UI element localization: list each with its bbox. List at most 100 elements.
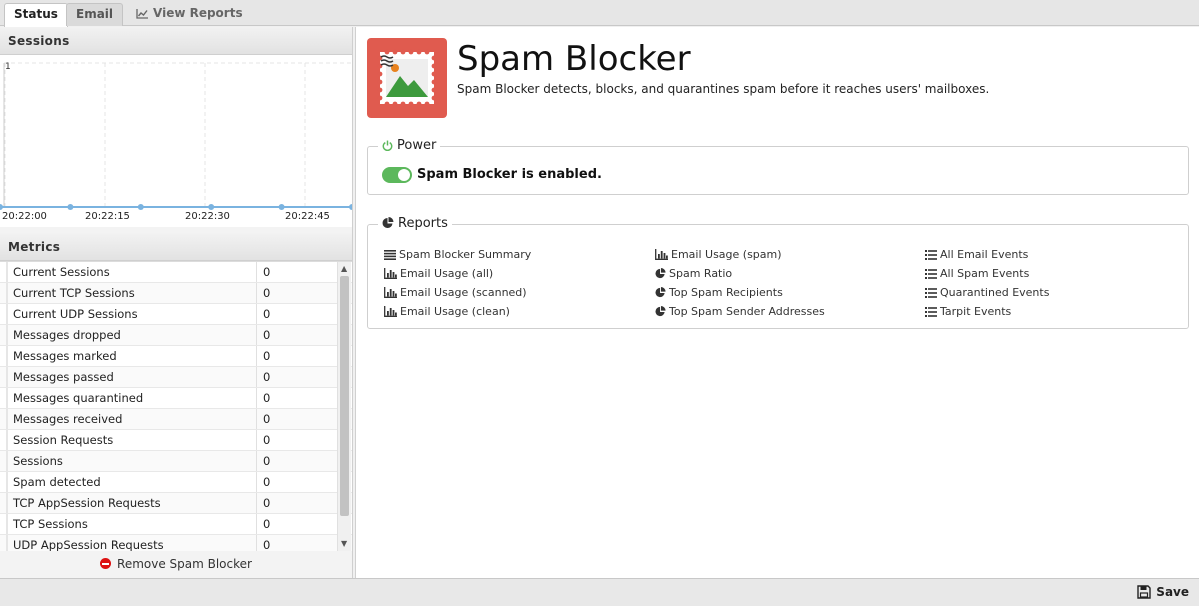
tab-status[interactable]: Status bbox=[4, 3, 68, 27]
report-link[interactable]: Quarantined Events bbox=[925, 283, 1049, 302]
report-link[interactable]: Email Usage (spam) bbox=[655, 245, 825, 264]
metric-row: Messages received 0 bbox=[0, 409, 352, 430]
metric-value: 0 bbox=[263, 412, 271, 426]
metric-row: Messages passed 0 bbox=[0, 367, 352, 388]
chart-point bbox=[349, 204, 355, 210]
report-link[interactable]: Email Usage (clean) bbox=[384, 302, 531, 321]
chart-point bbox=[137, 204, 144, 210]
report-link[interactable]: Top Spam Recipients bbox=[655, 283, 825, 302]
power-legend: Power bbox=[378, 138, 441, 153]
remove-app-button[interactable]: Remove Spam Blocker bbox=[0, 554, 352, 576]
report-link[interactable]: Email Usage (all) bbox=[384, 264, 531, 283]
remove-app-label: Remove Spam Blocker bbox=[117, 557, 252, 571]
reports-section: Reports Spam Blocker Summary Email Usage … bbox=[367, 216, 1189, 329]
metric-name: Current UDP Sessions bbox=[6, 304, 257, 324]
report-link-label: Top Spam Recipients bbox=[669, 286, 783, 299]
metric-name: Spam detected bbox=[6, 472, 257, 492]
report-link[interactable]: Email Usage (scanned) bbox=[384, 283, 531, 302]
text-lines-icon bbox=[384, 248, 399, 261]
metric-name: TCP AppSession Requests bbox=[6, 493, 257, 513]
metric-value: 0 bbox=[263, 433, 271, 447]
bar-chart-icon bbox=[384, 286, 400, 299]
report-link-label: Tarpit Events bbox=[940, 305, 1012, 318]
report-link-label: Email Usage (all) bbox=[400, 267, 494, 280]
pie-chart-icon bbox=[655, 305, 669, 318]
metric-row: Messages dropped 0 bbox=[0, 325, 352, 346]
sessions-header: Sessions bbox=[0, 27, 352, 55]
left-panel: Sessions 1 20:22:00 20:22:15 20:22:30 20:22:… bbox=[0, 27, 406, 578]
report-link[interactable]: All Spam Events bbox=[925, 264, 1049, 283]
stamp-icon bbox=[367, 38, 447, 118]
sessions-chart: 1 20:22:00 20:22:15 20:22:30 20:22:45 bbox=[0, 55, 406, 227]
metric-name: Session Requests bbox=[6, 430, 257, 450]
main-panel: Spam Blocker Spam Blocker detects, block… bbox=[355, 27, 1199, 578]
metric-name: Messages dropped bbox=[6, 325, 257, 345]
chart-x-tick: 20:22:15 bbox=[85, 211, 130, 222]
metric-name: Current Sessions bbox=[6, 262, 257, 282]
metric-name: Messages passed bbox=[6, 367, 257, 387]
metrics-scrollbar[interactable]: ▲ ▼ bbox=[337, 262, 351, 551]
report-link[interactable]: Tarpit Events bbox=[925, 302, 1049, 321]
scrollbar-thumb[interactable] bbox=[340, 276, 349, 516]
metric-row: TCP AppSession Requests 0 bbox=[0, 493, 352, 514]
reports-column-3: All Email Events All Spam Events Quarantin… bbox=[925, 245, 1049, 321]
report-link-label: Email Usage (clean) bbox=[400, 305, 510, 318]
report-link-label: All Spam Events bbox=[940, 267, 1030, 280]
tab-email-label: Email bbox=[76, 7, 114, 21]
tab-status-label: Status bbox=[14, 7, 58, 21]
reports-column-1: Spam Blocker Summary Email Usage (all) Ema… bbox=[384, 245, 531, 321]
scroll-up-icon[interactable]: ▲ bbox=[341, 264, 347, 274]
metric-name: Messages marked bbox=[6, 346, 257, 366]
metric-value: 0 bbox=[263, 370, 271, 384]
save-label: Save bbox=[1156, 585, 1189, 599]
chart-x-tick: 20:22:00 bbox=[2, 211, 47, 222]
report-link[interactable]: All Email Events bbox=[925, 245, 1049, 264]
metric-value: 0 bbox=[263, 307, 271, 321]
report-link-label: All Email Events bbox=[940, 248, 1029, 261]
app-description: Spam Blocker detects, blocks, and quaran… bbox=[457, 82, 990, 96]
metric-row: Messages quarantined 0 bbox=[0, 388, 352, 409]
metric-value: 0 bbox=[263, 265, 271, 279]
chart-x-tick: 20:22:45 bbox=[285, 211, 330, 222]
chart-point bbox=[208, 204, 215, 210]
metric-name: UDP AppSession Requests bbox=[6, 535, 257, 551]
report-link[interactable]: Top Spam Sender Addresses bbox=[655, 302, 825, 321]
metric-name: Current TCP Sessions bbox=[6, 283, 257, 303]
power-section: Power Spam Blocker is enabled. bbox=[367, 138, 1189, 195]
tab-view-reports-label: View Reports bbox=[153, 6, 243, 20]
metric-row: TCP Sessions 0 bbox=[0, 514, 352, 535]
list-icon bbox=[925, 305, 940, 318]
power-status-text: Spam Blocker is enabled. bbox=[417, 167, 602, 182]
app-title: Spam Blocker bbox=[457, 39, 691, 79]
list-icon bbox=[925, 248, 940, 261]
metric-value: 0 bbox=[263, 454, 271, 468]
toggle-knob bbox=[398, 169, 410, 181]
remove-icon bbox=[100, 558, 112, 569]
scroll-down-icon[interactable]: ▼ bbox=[341, 539, 347, 549]
metrics-grid: Current Sessions 0 Current TCP Sessions 0 Cu… bbox=[0, 261, 352, 551]
metric-name: Messages received bbox=[6, 409, 257, 429]
metric-row: Current Sessions 0 bbox=[0, 262, 352, 283]
metric-row: Current UDP Sessions 0 bbox=[0, 304, 352, 325]
metric-value: 0 bbox=[263, 517, 271, 531]
report-link[interactable]: Spam Blocker Summary bbox=[384, 245, 531, 264]
report-link[interactable]: Spam Ratio bbox=[655, 264, 825, 283]
report-link-label: Spam Blocker Summary bbox=[399, 248, 532, 261]
report-link-label: Top Spam Sender Addresses bbox=[669, 305, 825, 318]
reports-legend: Reports bbox=[378, 216, 452, 231]
report-link-label: Email Usage (scanned) bbox=[400, 286, 527, 299]
power-toggle[interactable] bbox=[382, 167, 412, 183]
metric-value: 0 bbox=[263, 328, 271, 342]
tab-email[interactable]: Email bbox=[66, 3, 124, 26]
report-link-label: Spam Ratio bbox=[669, 267, 733, 280]
bar-chart-icon bbox=[384, 305, 400, 318]
list-icon bbox=[925, 267, 940, 280]
save-button[interactable]: Save bbox=[1137, 584, 1189, 600]
list-icon bbox=[925, 286, 940, 299]
tab-bar: Status Email View Reports bbox=[0, 0, 1199, 27]
metric-value: 0 bbox=[263, 286, 271, 300]
tab-view-reports[interactable]: View Reports bbox=[127, 3, 252, 26]
metric-value: 0 bbox=[263, 391, 271, 405]
reports-legend-label: Reports bbox=[398, 216, 448, 231]
metric-row: Messages marked 0 bbox=[0, 346, 352, 367]
